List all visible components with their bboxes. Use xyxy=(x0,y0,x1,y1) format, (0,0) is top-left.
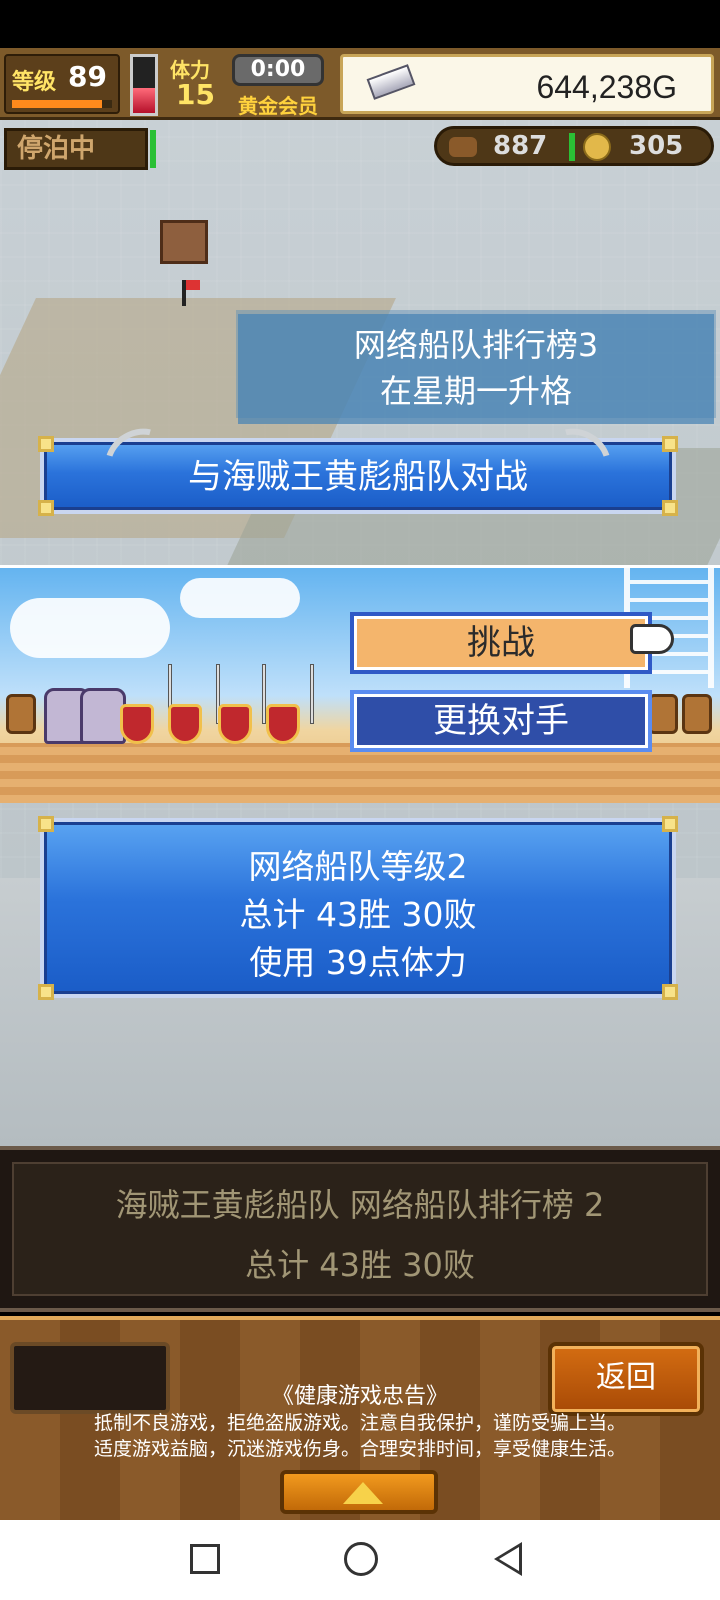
win-loss-record: 总计 43胜 30败 xyxy=(239,895,477,934)
level-label: 等级 xyxy=(12,70,57,95)
corner-ornament xyxy=(662,984,678,1000)
house-icon[interactable] xyxy=(160,220,208,264)
membership-badge: 黄金会员 xyxy=(238,94,318,118)
level-value: 89 xyxy=(68,60,107,93)
rank-line-2: 在星期一升格 xyxy=(379,372,572,410)
expand-menu-button[interactable] xyxy=(280,1470,438,1514)
cloud xyxy=(180,578,300,618)
status-bar xyxy=(0,0,720,48)
corner-ornament xyxy=(38,984,54,1000)
stamina-cost: 使用 39点体力 xyxy=(249,943,467,982)
top-hud: 等级 89 体力 15 0:00 黄金会员 644,238G xyxy=(0,48,720,120)
rank-line-1: 网络船队排行榜3 xyxy=(353,326,599,364)
opponent-record: 总计 43胜 30败 xyxy=(245,1246,475,1284)
opponent-info-panel: 海贼王黄彪船队 网络船队排行榜 2 总计 43胜 30败 xyxy=(0,1146,720,1312)
home-icon[interactable] xyxy=(344,1542,378,1576)
fleet-level: 网络船队等级2 xyxy=(248,847,468,886)
status-indicator xyxy=(150,130,156,168)
level-progress-fill xyxy=(12,100,102,108)
stamina-value: 15 xyxy=(176,78,215,111)
barrel-icon xyxy=(648,694,678,734)
footer-panel: 返回 《健康游戏忠告》 抵制不良游戏，拒绝盗版游戏。注意自我保护，谨防受骗上当。… xyxy=(0,1316,720,1520)
system-nav-bar xyxy=(0,1520,720,1600)
opponent-name-rank: 海贼王黄彪船队 网络船队排行榜 2 xyxy=(115,1186,605,1224)
arrow-up-icon xyxy=(343,1482,383,1504)
recent-apps-icon[interactable] xyxy=(190,1544,220,1574)
money-value: 644,238G xyxy=(536,69,677,105)
shield-icon xyxy=(168,704,202,744)
level-box: 等级 89 xyxy=(4,54,120,114)
shield-icon xyxy=(266,704,300,744)
stamina-fill xyxy=(133,87,155,113)
resource-bar: 887 305 xyxy=(434,126,714,166)
timer: 0:00 xyxy=(232,54,324,86)
challenge-button[interactable]: 挑战 xyxy=(350,612,652,674)
rank-panel: 网络船队排行榜3 在星期一升格 xyxy=(238,314,714,424)
shield-icon xyxy=(120,704,154,744)
ship-deck xyxy=(0,743,720,803)
health-notice-line-2: 适度游戏益脑，沉迷游戏伤身。合理安排时间，享受健康生活。 xyxy=(93,1438,626,1460)
shield-icon xyxy=(218,704,252,744)
barrel-icon xyxy=(449,137,477,157)
barrel-icon xyxy=(6,694,36,734)
pointer-hand-icon xyxy=(630,624,674,654)
level-progress-bar xyxy=(12,100,112,108)
money-panel: 644,238G xyxy=(340,54,714,114)
docked-status: 停泊中 xyxy=(4,128,148,170)
battle-banner: 与海贼王黄彪船队对战 xyxy=(38,416,678,516)
corner-ornament xyxy=(662,816,678,832)
cloud xyxy=(10,598,170,658)
barrel-icon xyxy=(682,694,712,734)
battle-scene xyxy=(0,565,720,803)
flag-icon xyxy=(182,280,200,306)
change-opponent-button[interactable]: 更换对手 xyxy=(350,690,652,752)
health-notice-line-1: 抵制不良游戏，拒绝盗版游戏。注意自我保护，谨防受骗上当。 xyxy=(93,1412,626,1434)
health-notice-title: 《健康游戏忠告》 xyxy=(271,1384,448,1409)
coin-icon xyxy=(583,133,611,161)
silver-bar-icon xyxy=(366,64,416,100)
spear-icon xyxy=(310,664,314,724)
stamina-gauge xyxy=(130,54,158,116)
resource-separator xyxy=(569,133,575,161)
resource-a-value: 887 xyxy=(493,131,548,161)
info-banner: 网络船队等级2 总计 43胜 30败 使用 39点体力 xyxy=(38,816,678,1000)
resource-b-value: 305 xyxy=(629,131,684,161)
opponent-info-inner: 海贼王黄彪船队 网络船队排行榜 2 总计 43胜 30败 xyxy=(12,1162,708,1296)
battle-title: 与海贼王黄彪船队对战 xyxy=(188,457,528,497)
back-icon[interactable] xyxy=(494,1542,522,1576)
corner-ornament xyxy=(38,816,54,832)
